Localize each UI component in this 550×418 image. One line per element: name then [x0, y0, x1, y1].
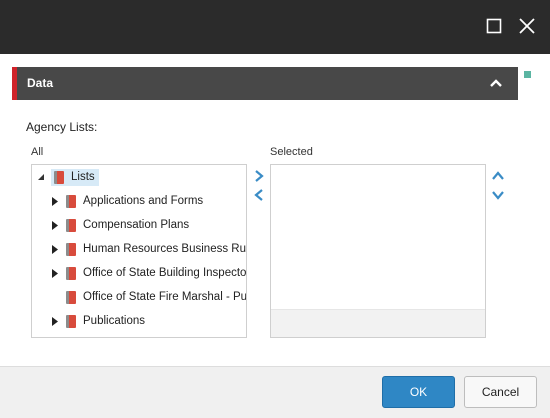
tree-item[interactable]: Office of State Building Inspector [50, 263, 247, 283]
selected-lists-box[interactable] [270, 164, 486, 338]
collapse-arrow-icon[interactable] [36, 167, 46, 187]
tree-item-label: Office of State Building Inspector [83, 267, 247, 279]
tree-root-lists[interactable]: Lists [36, 167, 99, 187]
data-section-header[interactable]: Data [12, 67, 518, 100]
available-lists-tree[interactable]: Lists Applications and Forms Compensatio… [31, 164, 247, 338]
dialog-titlebar [0, 0, 550, 54]
move-left-icon[interactable] [252, 188, 266, 202]
list-book-icon [54, 170, 64, 184]
all-column-label: All [31, 146, 44, 158]
move-right-icon[interactable] [252, 169, 266, 183]
section-title: Data [27, 76, 54, 90]
tree-item-partial [66, 333, 83, 337]
agency-lists-label: Agency Lists: [26, 120, 98, 134]
list-book-icon [66, 336, 76, 337]
expand-arrow-icon[interactable] [50, 311, 60, 331]
close-button[interactable] [515, 14, 539, 38]
tree-item-label: Publications [83, 315, 146, 327]
maximize-icon [486, 18, 502, 34]
tree-item-label: Human Resources Business Rules [83, 243, 247, 255]
list-book-icon [66, 194, 76, 208]
expand-arrow-icon[interactable] [50, 191, 60, 211]
tree-item[interactable]: Human Resources Business Rules [50, 239, 247, 259]
status-indicator [524, 71, 531, 78]
expand-arrow-icon[interactable] [50, 263, 60, 283]
list-book-icon [66, 314, 76, 328]
list-book-icon [66, 242, 76, 256]
list-book-icon [66, 266, 76, 280]
cancel-button[interactable]: Cancel [464, 376, 537, 408]
tree-item-label: Applications and Forms [83, 195, 204, 207]
list-book-icon [66, 290, 76, 304]
tree-item[interactable]: Office of State Fire Marshal - Public [50, 287, 247, 307]
selected-box-footer [271, 309, 485, 337]
tree-item[interactable]: Publications [50, 311, 145, 331]
move-down-icon[interactable] [491, 188, 505, 202]
tree-root-node[interactable]: Lists [51, 168, 99, 186]
selected-column-label: Selected [270, 146, 313, 158]
expand-arrow-icon[interactable] [50, 239, 60, 259]
close-icon [519, 18, 535, 34]
list-book-icon [66, 218, 76, 232]
ok-button[interactable]: OK [382, 376, 455, 408]
chevron-up-icon[interactable] [488, 75, 504, 91]
tree-item-label: Office of State Fire Marshal - Public [83, 291, 247, 303]
tree-item-label: Compensation Plans [83, 219, 190, 231]
move-up-icon[interactable] [491, 169, 505, 183]
tree-item[interactable]: Applications and Forms [50, 191, 203, 211]
tree-root-label: Lists [71, 171, 95, 183]
expand-arrow-icon[interactable] [50, 215, 60, 235]
tree-item[interactable]: Compensation Plans [50, 215, 189, 235]
maximize-button[interactable] [482, 14, 506, 38]
